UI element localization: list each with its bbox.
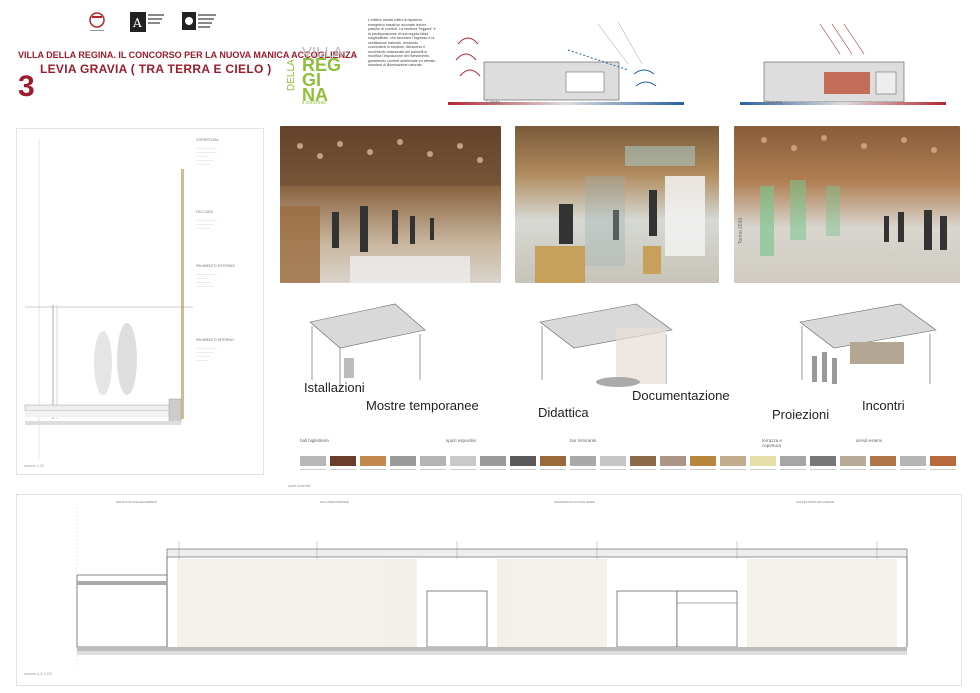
material-swatch-caption (450, 469, 476, 470)
label-installazioni: Istallazioni (304, 380, 365, 395)
section-label-left: MANICA DI COLLEGAMENTO (116, 500, 158, 504)
material-swatch-caption (570, 469, 596, 470)
spec-pav-interno-text: ——————— —————— ————— ———— (196, 346, 217, 362)
detail-scale: sezione 1:20 (24, 464, 44, 468)
mat-cat-bar: bar ristorante (570, 438, 597, 443)
material-swatch (750, 456, 776, 466)
material-swatch (450, 456, 476, 466)
material-swatch-caption (930, 469, 956, 470)
axo-sketch-2 (526, 300, 676, 395)
material-swatch (540, 456, 566, 466)
energy-description: L'edificio adotta criteri di risparmio e… (368, 18, 436, 67)
material-swatch (810, 456, 836, 466)
material-swatch (780, 456, 806, 466)
section-scale: sezione A-A 1:100 (24, 672, 53, 676)
material-swatch (870, 456, 896, 466)
material-swatch (360, 456, 386, 466)
spec-copertura-text: ——————— ——————— ———— —————— ————— (196, 146, 217, 166)
material-swatch-caption (540, 469, 566, 470)
mat-cat-hall: hall biglietteria (300, 438, 329, 443)
material-swatch (570, 456, 596, 466)
spec-pav-interno: PAVIMENTO INTERNO (196, 338, 234, 342)
mat-cat-arredi: arredi esterni (856, 438, 883, 443)
winter-label: Inverno (766, 100, 783, 106)
logo-reale (86, 10, 108, 36)
material-swatches (300, 456, 960, 490)
material-swatch-caption (510, 469, 536, 470)
mat-cat-terrazza: terrazza e copertura (762, 438, 783, 448)
material-swatch-caption (360, 469, 386, 470)
material-swatch (330, 456, 356, 466)
material-swatch-caption (840, 469, 866, 470)
section-label-right: INGRESSO E ACCOGLIENZA (554, 500, 595, 504)
spec-pav-esterno: PAVIMENTO ESTERNO (196, 264, 235, 268)
material-swatch-caption (480, 469, 506, 470)
material-swatch (510, 456, 536, 466)
render-installazioni (280, 126, 501, 283)
summer-diagram (448, 14, 688, 114)
material-swatch-caption (780, 469, 806, 470)
svg-text:A: A (132, 16, 142, 30)
material-swatch-caption (660, 469, 686, 470)
material-swatch (840, 456, 866, 466)
label-proiezioni: Proiezioni (772, 407, 830, 422)
brand-tagline: il concorso (302, 100, 326, 106)
project-motto: LEVIA GRAVIA ( TRA TERRA E CIELO ) (40, 62, 272, 76)
section-label-middle: SALA ESPOSIZIONE (320, 500, 349, 504)
render-proiezioni (734, 126, 960, 283)
winter-diagram (740, 14, 950, 114)
render-caption: Torino 2010 (738, 217, 744, 244)
material-swatch (300, 456, 326, 466)
render-didattica (515, 126, 719, 283)
material-swatch-caption (630, 469, 656, 470)
material-swatch-caption (720, 469, 746, 470)
material-swatch-caption (330, 469, 356, 470)
material-swatch (690, 456, 716, 466)
material-swatch-caption (390, 469, 416, 470)
logo-oa: A (130, 12, 166, 36)
material-swatch (930, 456, 956, 466)
material-swatch-caption (900, 469, 926, 470)
material-swatch-caption (870, 469, 896, 470)
label-mostre: Mostre temporanee (366, 398, 479, 413)
project-number: 3 (18, 70, 35, 103)
spec-facciata: FACCIATA (196, 210, 214, 214)
label-didattica: Didattica (538, 405, 589, 420)
label-incontri: Incontri (862, 398, 905, 413)
section-label-far-right: CAFFETTERIA SALA BALBI (796, 500, 835, 504)
logo-ordine (182, 12, 218, 36)
material-swatch (900, 456, 926, 466)
material-swatch (480, 456, 506, 466)
spec-pav-esterno-text: ——————— ———— ————— —————— (196, 272, 217, 288)
spec-facciata-text: ——————— —————— ————— (196, 218, 217, 230)
material-swatch-caption (420, 469, 446, 470)
material-swatch (600, 456, 626, 466)
mat-cat-spazi: spazi espositivi (446, 438, 477, 443)
material-swatch-caption (300, 469, 326, 470)
material-swatch (420, 456, 446, 466)
material-swatch-caption (690, 469, 716, 470)
della-vertical: DELLA (286, 59, 297, 91)
material-swatch-caption (810, 469, 836, 470)
material-swatch (660, 456, 686, 466)
material-swatch-caption (600, 469, 626, 470)
material-swatch-caption (750, 469, 776, 470)
detail-section (16, 128, 264, 475)
regina-word: REG GI NA (302, 56, 341, 104)
long-section (16, 494, 962, 686)
axo-sketch-3 (790, 300, 940, 395)
material-swatch (390, 456, 416, 466)
material-swatch (630, 456, 656, 466)
spec-copertura: COPERTURA (196, 138, 219, 142)
summer-label: Estate (486, 100, 501, 106)
materials-footer: spazi materiali (288, 484, 311, 488)
label-documentazione: Documentazione (632, 388, 730, 403)
material-swatch (720, 456, 746, 466)
